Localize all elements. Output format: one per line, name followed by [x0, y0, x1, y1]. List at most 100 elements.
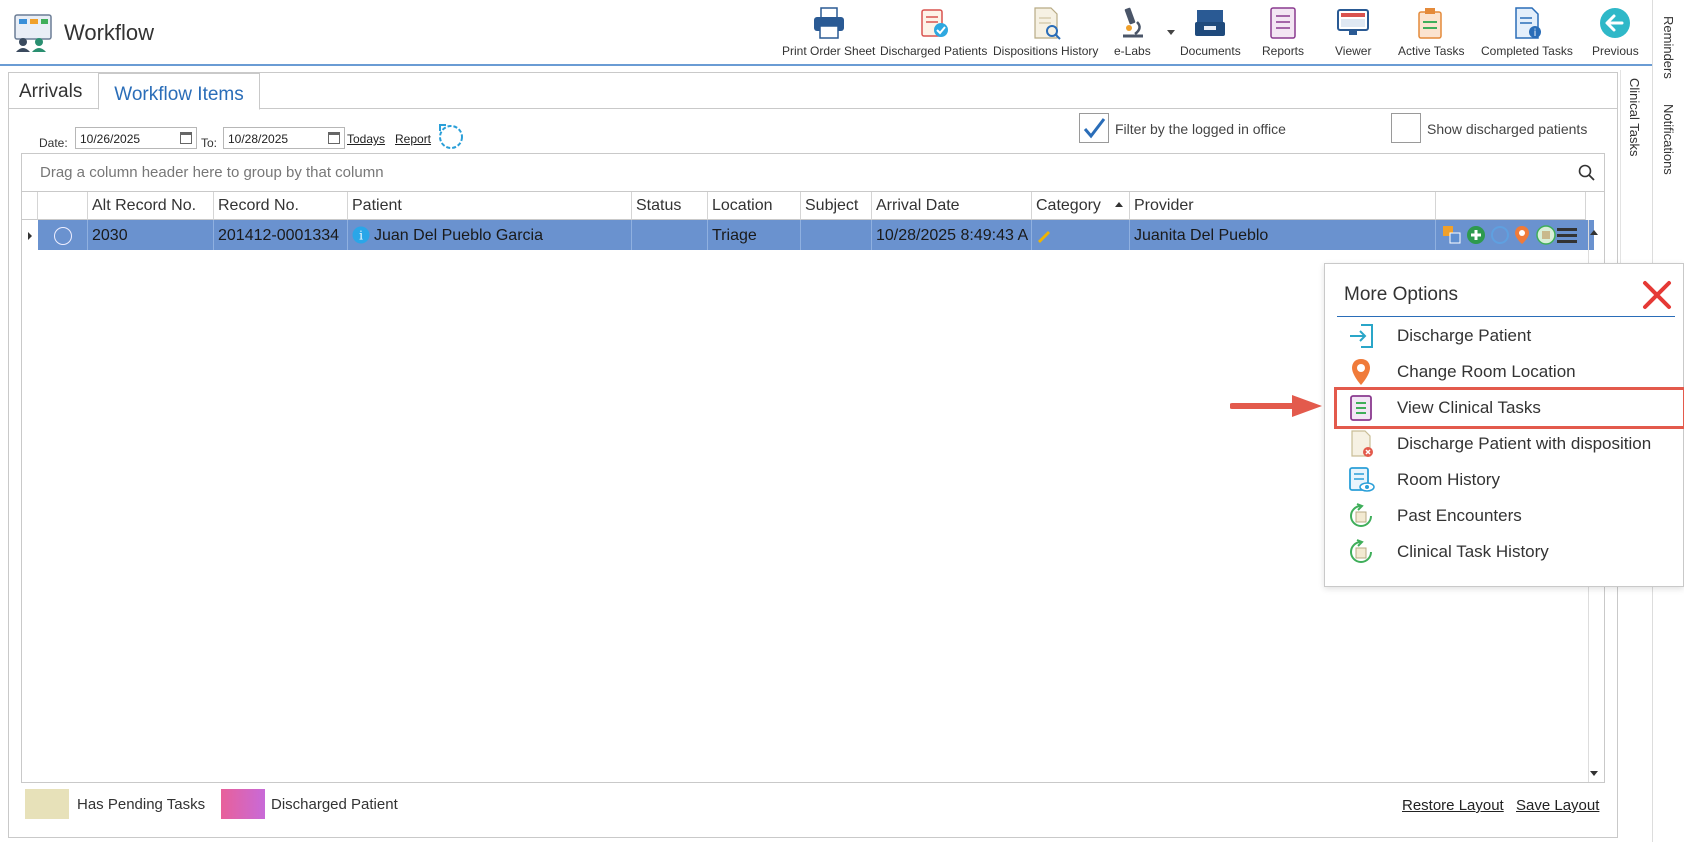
toolbar-label: Previous [1592, 44, 1639, 58]
app-title: Workflow [64, 20, 155, 45]
cell-patient[interactable]: i Juan Del Pueblo Garcia [348, 220, 632, 250]
print-order-sheet-button[interactable]: Print Order Sheet [782, 6, 875, 62]
tab-clinical-tasks[interactable]: Clinical Tasks [1627, 78, 1642, 157]
column-header-location[interactable]: Location [708, 192, 801, 220]
column-header-label: Category [1036, 197, 1101, 214]
select-column-header[interactable] [38, 192, 88, 220]
more-options-popup: More Options Discharge Patient Change Ro… [1324, 263, 1684, 587]
column-header-subject[interactable]: Subject [801, 192, 872, 220]
menu-item-view-clinical-tasks[interactable]: View Clinical Tasks [1334, 387, 1684, 429]
history-eye-icon [1349, 467, 1375, 492]
cell-subject [801, 220, 872, 250]
menu-item-label: Past Encounters [1397, 506, 1522, 525]
show-discharged-label: Show discharged patients [1427, 121, 1588, 137]
toolbar-label: Viewer [1335, 44, 1372, 58]
active-tasks-icon [1418, 8, 1442, 39]
add-icon[interactable] [1466, 225, 1486, 245]
scroll-up-icon[interactable] [1590, 230, 1598, 235]
map-pin-icon[interactable] [1512, 225, 1532, 245]
column-header-alt-record[interactable]: Alt Record No. [88, 192, 214, 220]
tab-notifications[interactable]: Notifications [1661, 104, 1676, 175]
toolbar-label: e-Labs [1114, 44, 1151, 58]
transfer-icon[interactable] [1442, 225, 1462, 245]
dispositions-history-button[interactable]: Dispositions History [993, 6, 1098, 62]
actions-column-header [1436, 192, 1586, 220]
report-icon [1270, 7, 1296, 39]
group-hint: Drag a column header here to group by th… [40, 164, 384, 181]
completed-tasks-button[interactable]: i Completed Tasks [1481, 6, 1573, 62]
menu-item-change-room-location[interactable]: Change Room Location [1337, 354, 1683, 390]
app-header: Workflow Print Order Sheet Discharged Pa… [0, 0, 1652, 66]
microscope-icon [1123, 7, 1144, 38]
pencil-icon[interactable] [1036, 227, 1052, 243]
menu-item-discharge-patient[interactable]: Discharge Patient [1337, 318, 1683, 354]
date-to-value: 10/28/2025 [228, 132, 289, 146]
column-header-status[interactable]: Status [632, 192, 708, 220]
cell-provider: Juanita Del Pueblo [1130, 220, 1436, 250]
refresh-icon[interactable] [437, 123, 465, 151]
close-icon[interactable] [1640, 278, 1674, 312]
column-header-patient[interactable]: Patient [348, 192, 632, 220]
toolbar-label: Completed Tasks [1481, 44, 1573, 58]
tab-bar: Arrivals Workflow Items [9, 73, 1617, 110]
row-select-cell[interactable] [38, 220, 88, 250]
menu-item-discharge-with-disposition[interactable]: Discharge Patient with disposition [1337, 426, 1683, 462]
documents-button[interactable]: Documents [1180, 6, 1241, 62]
discharge-icon [1350, 324, 1373, 348]
cell-category[interactable] [1032, 220, 1130, 250]
row-indicator-header [22, 192, 38, 220]
tab-arrivals[interactable]: Arrivals [9, 73, 92, 109]
date-from-field[interactable]: 10/26/2025 [75, 127, 197, 149]
column-header-provider[interactable]: Provider [1130, 192, 1436, 220]
clinical-tasks-side-panel: Clinical Tasks [1620, 70, 1648, 270]
filter-office-checkbox[interactable] [1079, 113, 1109, 143]
report-link[interactable]: Report [395, 132, 431, 146]
reports-button[interactable]: Reports [1262, 6, 1304, 62]
active-tasks-button[interactable]: Active Tasks [1398, 6, 1464, 62]
scroll-down-icon[interactable] [1590, 771, 1598, 776]
map-pin-icon [1352, 359, 1370, 385]
toolbar-label: Reports [1262, 44, 1305, 58]
group-by-panel[interactable]: Drag a column header here to group by th… [22, 154, 1604, 192]
tab-workflow-items[interactable]: Workflow Items [98, 73, 260, 110]
svg-text:i: i [1534, 28, 1537, 39]
tab-reminders[interactable]: Reminders [1661, 16, 1676, 79]
dispatch-icon[interactable] [1490, 225, 1510, 245]
toolbar-label: Discharged Patients [880, 44, 988, 58]
printer-icon [813, 7, 844, 39]
search-icon[interactable] [1578, 164, 1596, 182]
clipboard-check-icon [920, 9, 948, 37]
date-to-field[interactable]: 10/28/2025 [223, 127, 345, 149]
sort-ascending-icon [1115, 202, 1123, 207]
viewer-button[interactable]: Viewer [1335, 6, 1371, 62]
cell-record: 201412-0001334 [214, 220, 348, 250]
menu-item-room-history[interactable]: Room History [1337, 462, 1683, 498]
menu-item-clinical-task-history[interactable]: Clinical Task History [1337, 534, 1683, 570]
discharged-swatch [221, 789, 265, 819]
document-search-icon [1034, 7, 1061, 40]
file-tray-icon [1195, 10, 1226, 36]
pending-legend-label: Has Pending Tasks [77, 796, 206, 813]
calendar-icon[interactable] [328, 132, 340, 144]
info-icon[interactable]: i [352, 226, 370, 244]
hamburger-menu-icon[interactable] [1556, 225, 1578, 245]
calendar-icon[interactable] [180, 132, 192, 144]
row-actions [1436, 220, 1594, 250]
restore-layout-link[interactable]: Restore Layout [1402, 797, 1504, 814]
column-header-record[interactable]: Record No. [214, 192, 348, 220]
discharged-patients-button[interactable]: Discharged Patients [880, 6, 987, 62]
e-labs-dropdown-icon[interactable] [1167, 30, 1175, 35]
column-header-arrival-date[interactable]: Arrival Date [872, 192, 1032, 220]
task-history-icon[interactable] [1536, 225, 1556, 245]
row-radio[interactable] [54, 227, 72, 245]
column-header-category[interactable]: Category [1032, 192, 1130, 220]
show-discharged-checkbox[interactable] [1391, 113, 1421, 143]
e-labs-button[interactable]: e-Labs [1114, 6, 1151, 62]
table-row[interactable]: 2030 201412-0001334 i Juan Del Pueblo Ga… [38, 220, 1594, 250]
todays-link[interactable]: Todays [347, 132, 385, 146]
checkmark-icon [1083, 118, 1106, 139]
menu-item-past-encounters[interactable]: Past Encounters [1337, 498, 1683, 534]
previous-button[interactable]: Previous [1592, 6, 1639, 62]
menu-item-label: Discharge Patient [1397, 326, 1532, 345]
save-layout-link[interactable]: Save Layout [1516, 797, 1599, 814]
